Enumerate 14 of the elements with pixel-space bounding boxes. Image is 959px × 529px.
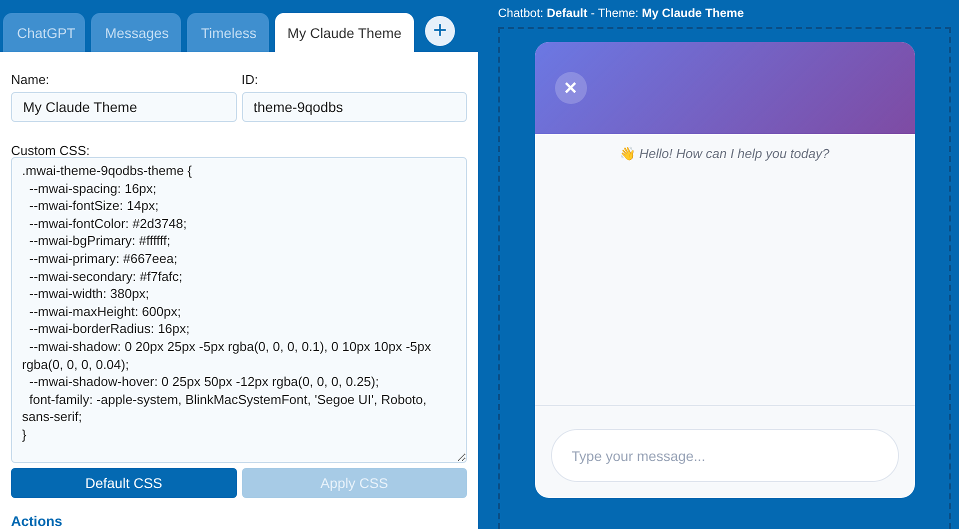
name-field[interactable]: My Claude Theme bbox=[11, 92, 236, 122]
message-field[interactable]: Type your message... bbox=[550, 429, 898, 482]
id-field[interactable]: theme-9qodbs bbox=[242, 92, 467, 122]
preview-caption: Chatbot: Default - Theme: My Claude Theme bbox=[498, 6, 745, 22]
add-tab-button[interactable]: + bbox=[425, 16, 455, 46]
field-label: Name: bbox=[11, 72, 50, 89]
close-button[interactable]: × bbox=[554, 72, 586, 104]
css-editor[interactable]: .mwai-theme-9qodbs-theme { --mwai-spacing: 16px; --mwai-fontSize: 14px; --mwai-fontColor: #2d3748; --mwai-bgPrimary: #ffffff; --mwai-primary: #667eea; --mwai-secondary: #f7fafc; --mwai-width: 380px; --mwai-maxHeight: 600px; --mwai-borderRadius: 16px; --mwai-shadow: 0 20px 25px -5px rgba(0, 0, 0, 0.1), 0 10px 10px -5px rgba(0, 0, 0, 0.04); --mwai-shadow-hover: 0 25px 50px -12px rgba(0, 0, 0, 0.25); font-family: -apple-system, BlinkMacSystemFont, 'Segoe UI', Roboto, sans-serif; } bbox=[11, 157, 467, 463]
tab[interactable]: My Claude Theme bbox=[275, 13, 414, 52]
section-title: Actions bbox=[11, 513, 64, 529]
field-label: Custom CSS: bbox=[11, 143, 91, 160]
action-button[interactable]: Default CSS bbox=[11, 468, 236, 498]
field-label: ID: bbox=[242, 72, 260, 89]
greeting-message: 👋 Hello! How can I help you today? bbox=[620, 146, 830, 161]
